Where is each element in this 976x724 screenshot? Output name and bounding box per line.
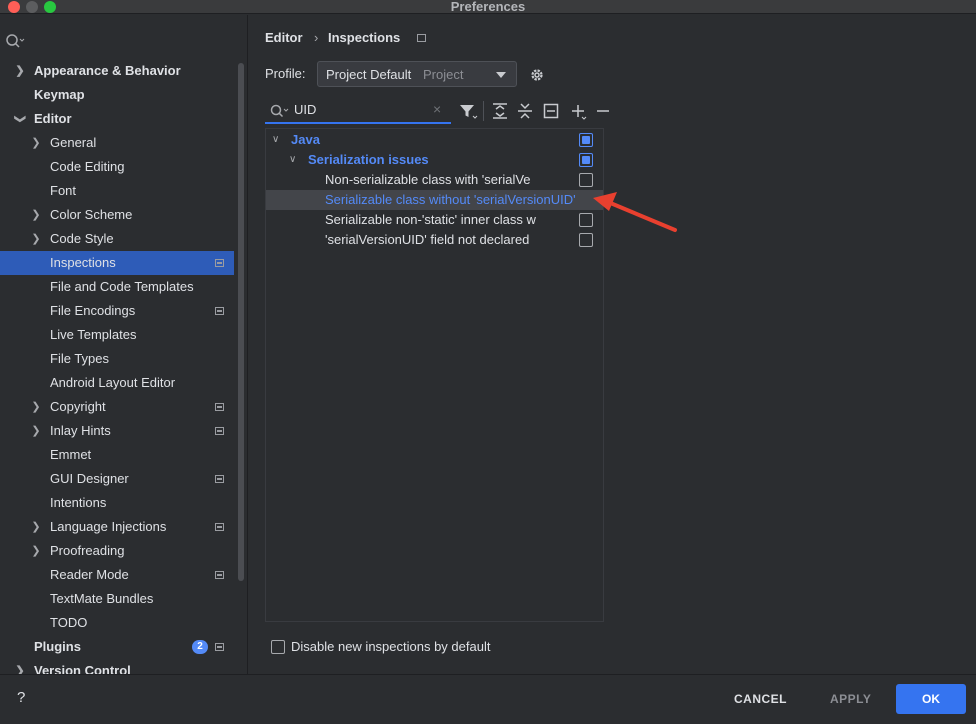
sidebar-item-color-scheme[interactable]: ❯ Color Scheme (0, 203, 234, 227)
search-value: UID (294, 102, 317, 117)
sidebar-item-code-style[interactable]: ❯ Code Style (0, 227, 234, 251)
tree-row-serialization-issues[interactable]: ∨ Serialization issues (266, 150, 603, 170)
profile-label: Profile: (265, 66, 306, 81)
chevron-down-icon: ∨ (289, 154, 297, 165)
sidebar-scrollbar[interactable] (238, 63, 244, 581)
sidebar-item-todo[interactable]: TODO (0, 611, 234, 635)
breadcrumb-separator: › (314, 30, 319, 45)
toolbar-separator (483, 101, 484, 121)
sidebar-item-keymap[interactable]: Keymap (0, 83, 234, 107)
project-scope-icon (215, 643, 224, 651)
sidebar-item-plugins[interactable]: Plugins 2 (0, 635, 234, 659)
breadcrumb-current: Inspections (328, 30, 401, 45)
chevron-right-icon: ❯ (31, 545, 41, 557)
sidebar-item-proofreading[interactable]: ❯ Proofreading (0, 539, 234, 563)
collapse-all-icon[interactable] (515, 101, 535, 121)
sidebar-item-file-code-templates[interactable]: File and Code Templates (0, 275, 234, 299)
sidebar-item-file-encodings[interactable]: File Encodings (0, 299, 234, 323)
sidebar-search-input[interactable] (4, 31, 234, 51)
checkbox[interactable] (579, 133, 593, 147)
sidebar-item-live-templates[interactable]: Live Templates (0, 323, 234, 347)
gear-icon[interactable] (528, 66, 546, 84)
project-scope-icon (215, 523, 224, 531)
sidebar-item-general[interactable]: ❯ General (0, 131, 234, 155)
tree-row-inspection[interactable]: Non-serializable class with 'serialVe (266, 170, 603, 190)
dropdown-arrow-icon (496, 72, 506, 78)
project-scope-icon (215, 571, 224, 579)
reset-to-default-icon[interactable] (541, 101, 561, 121)
inspection-search-input[interactable]: UID × (265, 98, 451, 124)
settings-sidebar: ❯ Appearance & Behavior Keymap ❯ Editor … (0, 15, 248, 674)
disable-new-inspections-label: Disable new inspections by default (291, 639, 491, 654)
ok-button[interactable]: OK (896, 684, 966, 714)
sidebar-item-gui-designer[interactable]: GUI Designer (0, 467, 234, 491)
chevron-right-icon: ❯ (31, 521, 41, 533)
profile-select[interactable]: Project Default Project (317, 61, 517, 87)
sidebar-item-inspections[interactable]: Inspections (0, 251, 234, 275)
chevron-down-icon: ∨ (272, 134, 280, 145)
inspection-tree: ∨ Java ∨ Serialization issues Non-serial… (265, 128, 604, 622)
checkbox[interactable] (271, 640, 285, 654)
project-scope-icon (215, 475, 224, 483)
updates-badge: 2 (192, 640, 208, 654)
sidebar-item-intentions[interactable]: Intentions (0, 491, 234, 515)
sidebar-item-emmet[interactable]: Emmet (0, 443, 234, 467)
sidebar-item-appearance-behavior[interactable]: ❯ Appearance & Behavior (0, 59, 234, 83)
add-icon[interactable] (568, 101, 588, 121)
search-icon (270, 104, 289, 118)
profile-scope: Project (423, 67, 464, 82)
project-scope-icon (215, 307, 224, 315)
apply-button[interactable]: APPLY (830, 692, 871, 706)
project-scope-icon (215, 427, 224, 435)
sidebar-item-file-types[interactable]: File Types (0, 347, 234, 371)
sidebar-item-code-editing[interactable]: Code Editing (0, 155, 234, 179)
chevron-right-icon: ❯ (31, 233, 41, 245)
sidebar-item-reader-mode[interactable]: Reader Mode (0, 563, 234, 587)
sidebar-item-font[interactable]: Font (0, 179, 234, 203)
project-scope-icon (417, 34, 426, 42)
tree-row-inspection-selected[interactable]: Serializable class without 'serialVersio… (266, 190, 603, 210)
chevron-right-icon: ❯ (15, 665, 25, 674)
sidebar-item-version-control[interactable]: ❯ Version Control (0, 659, 234, 674)
clear-icon[interactable]: × (433, 101, 441, 117)
checkbox[interactable] (579, 173, 593, 187)
dialog-footer: ? CANCEL APPLY OK (0, 674, 976, 724)
chevron-right-icon: ❯ (15, 65, 25, 77)
sidebar-item-inlay-hints[interactable]: ❯ Inlay Hints (0, 419, 234, 443)
sidebar-item-copyright[interactable]: ❯ Copyright (0, 395, 234, 419)
filter-icon[interactable] (458, 101, 478, 121)
sidebar-item-textmate-bundles[interactable]: TextMate Bundles (0, 587, 234, 611)
annotation-arrow-icon (593, 192, 677, 232)
chevron-down-icon: ❯ (14, 114, 26, 124)
sidebar-item-editor[interactable]: ❯ Editor (0, 107, 234, 131)
chevron-right-icon: ❯ (31, 137, 41, 149)
chevron-right-icon: ❯ (31, 425, 41, 437)
sidebar-item-android-layout-editor[interactable]: Android Layout Editor (0, 371, 234, 395)
remove-icon[interactable] (593, 101, 613, 121)
profile-value: Project Default (326, 67, 412, 82)
cancel-button[interactable]: CANCEL (734, 692, 787, 706)
breadcrumb-parent[interactable]: Editor (265, 30, 303, 45)
project-scope-icon (215, 259, 224, 267)
title-bar: Preferences (0, 0, 976, 14)
tree-row-java[interactable]: ∨ Java (266, 130, 603, 150)
chevron-right-icon: ❯ (31, 209, 41, 221)
window-title: Preferences (450, 0, 526, 14)
sidebar-item-language-injections[interactable]: ❯ Language Injections (0, 515, 234, 539)
search-icon (6, 34, 25, 48)
chevron-right-icon: ❯ (31, 401, 41, 413)
checkbox[interactable] (579, 153, 593, 167)
expand-all-icon[interactable] (490, 101, 510, 121)
help-button[interactable]: ? (17, 689, 25, 706)
project-scope-icon (215, 403, 224, 411)
tree-row-inspection[interactable]: Serializable non-'static' inner class w (266, 210, 603, 230)
tree-row-inspection[interactable]: 'serialVersionUID' field not declared (266, 230, 603, 250)
